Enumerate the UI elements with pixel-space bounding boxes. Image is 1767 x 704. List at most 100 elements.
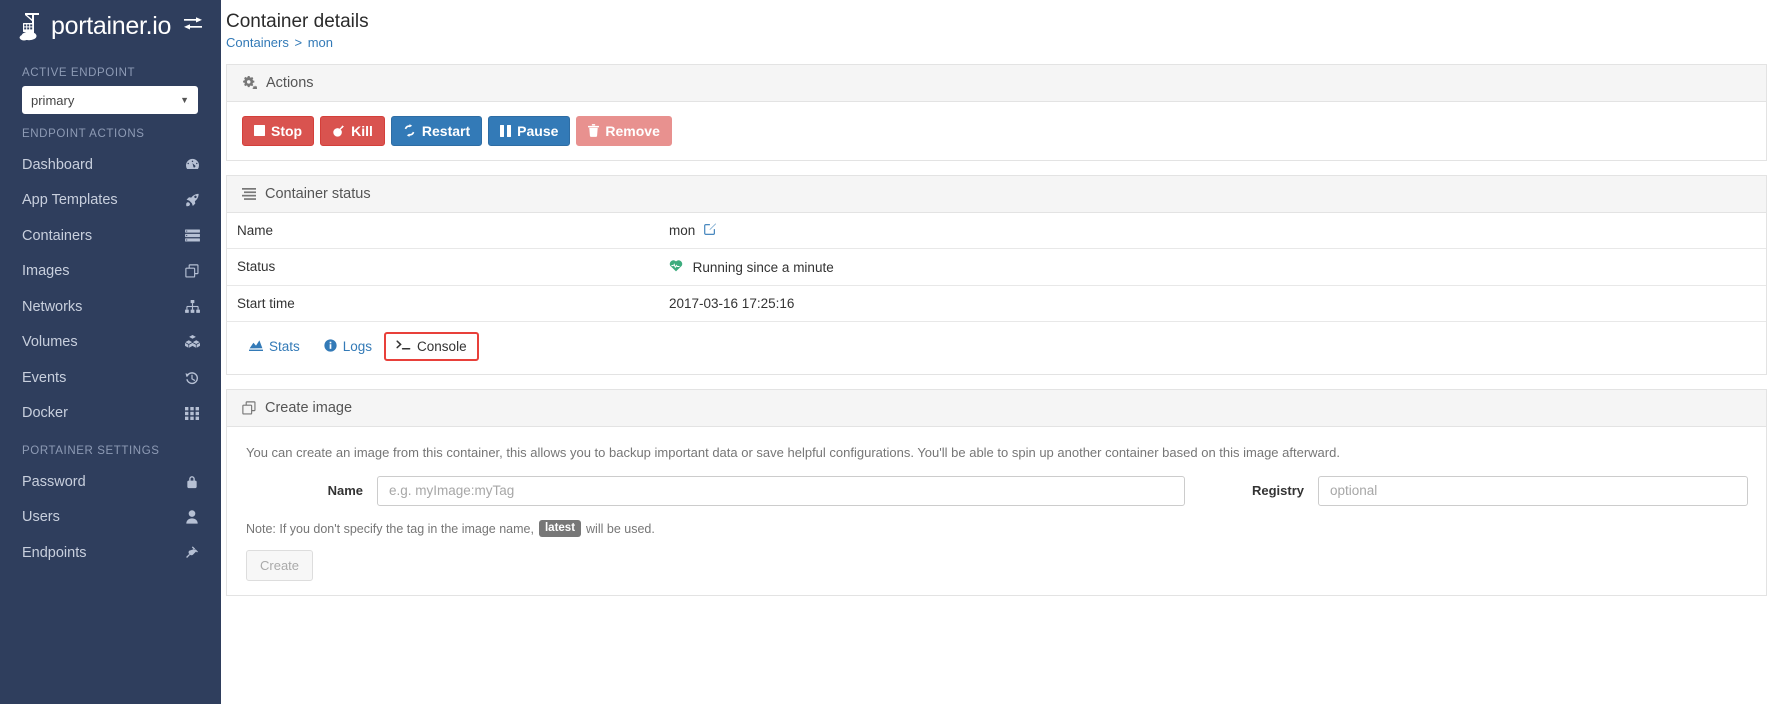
lock-icon: [183, 475, 201, 489]
note-suffix: will be used.: [586, 521, 655, 536]
sidebar-item-label: Dashboard: [22, 156, 93, 173]
create-image-form-row: Name Registry: [242, 475, 1751, 506]
sidebar-item-events[interactable]: Events: [0, 360, 221, 396]
container-status-panel-title: Container status: [265, 185, 371, 202]
stop-button[interactable]: Stop: [242, 115, 315, 146]
list-icon: [242, 187, 256, 200]
stats-link[interactable]: Stats: [237, 332, 312, 361]
create-image-panel-body: You can create an image from this contai…: [227, 427, 1766, 596]
th-icon: [183, 406, 201, 420]
sidebar-item-users[interactable]: Users: [0, 500, 221, 536]
container-status-value: Running since a minute: [692, 259, 834, 275]
sidebar-item-label: Networks: [22, 298, 83, 315]
create-image-panel: Create image You can create an image fro…: [226, 388, 1767, 597]
status-row-key: Status: [227, 247, 659, 286]
table-row: Name mon: [227, 213, 1766, 249]
plug-icon: [183, 546, 201, 560]
sidebar-item-password[interactable]: Password: [0, 464, 221, 500]
container-status-panel-header: Container status: [227, 175, 1766, 213]
edit-icon[interactable]: [704, 223, 717, 238]
sidebar-item-dashboard[interactable]: Dashboard: [0, 147, 221, 183]
stats-link-label: Stats: [269, 339, 300, 355]
sidebar-item-networks[interactable]: Networks: [0, 289, 221, 325]
active-endpoint-heading: ACTIVE ENDPOINT: [22, 67, 136, 79]
main-content: Container details Containers > mon Actio…: [221, 0, 1767, 704]
kill-button[interactable]: Kill: [320, 115, 385, 146]
user-icon: [183, 510, 201, 524]
sidebar-item-label: Users: [22, 509, 60, 526]
stop-button-label: Stop: [271, 122, 303, 139]
sidebar-item-label: Endpoints: [22, 544, 87, 561]
endpoint-actions-heading: ENDPOINT ACTIONS: [22, 128, 145, 140]
server-icon: [183, 229, 201, 242]
pause-button-label: Pause: [517, 122, 559, 139]
status-row-value: 2017-03-16 17:25:16: [659, 284, 1766, 321]
image-name-input[interactable]: [377, 475, 1185, 506]
sitemap-icon: [183, 300, 201, 314]
restart-button[interactable]: Restart: [390, 115, 483, 146]
create-image-description: You can create an image from this contai…: [246, 444, 1340, 460]
remove-button[interactable]: Remove: [576, 115, 672, 146]
sidebar-item-images[interactable]: Images: [0, 254, 221, 290]
image-name-label: Name: [327, 483, 363, 499]
sidebar-item-docker[interactable]: Docker: [0, 396, 221, 432]
sidebar-item-label: Containers: [22, 227, 93, 244]
terminal-icon: [396, 339, 411, 354]
endpoint-select-value: primary: [31, 92, 75, 108]
status-row-key: Name: [237, 222, 274, 238]
create-image-panel-title: Create image: [265, 399, 353, 416]
sidebar-item-containers[interactable]: Containers: [0, 218, 221, 254]
stop-icon: [254, 125, 265, 137]
chevron-down-icon: ▼: [180, 95, 189, 105]
sidebar-item-volumes[interactable]: Volumes: [0, 325, 221, 361]
collapse-toggle-icon[interactable]: [183, 17, 207, 36]
container-action-buttons: Stop Kill Restart Pause Remove: [242, 115, 1751, 146]
breadcrumb: Containers > mon: [226, 35, 1767, 50]
bomb-icon: [332, 124, 345, 137]
trash-icon: [588, 124, 600, 138]
create-image-note: Note: If you don't specify the tag in th…: [242, 519, 1751, 538]
create-button[interactable]: Create: [246, 550, 314, 582]
brand-name: portainer.io: [51, 12, 172, 40]
sidebar-item-app-templates[interactable]: App Templates: [0, 183, 221, 219]
latest-tag-badge: latest: [538, 519, 582, 538]
pause-icon: [500, 124, 512, 137]
remove-button-label: Remove: [605, 122, 660, 139]
restart-button-label: Restart: [421, 122, 471, 139]
sidebar-item-label: Docker: [22, 405, 68, 422]
status-row-value: mon: [659, 213, 1766, 249]
logs-link[interactable]: Logs: [312, 332, 384, 362]
history-icon: [183, 371, 201, 385]
breadcrumb-current-link[interactable]: mon: [308, 35, 333, 50]
sidebar-item-label: Volumes: [22, 334, 78, 351]
pause-button[interactable]: Pause: [488, 115, 571, 146]
sidebar-item-label: Events: [22, 369, 67, 386]
sidebar-item-label: Images: [22, 263, 70, 280]
clone-icon: [242, 401, 256, 415]
status-row-value: Running since a minute: [659, 247, 1766, 286]
console-link[interactable]: Console: [384, 332, 479, 362]
sidebar-item-label: Password: [22, 473, 86, 490]
container-status-table: Name mon Status Running since a minute S…: [227, 213, 1766, 321]
breadcrumb-separator: >: [294, 34, 303, 50]
rocket-icon: [183, 193, 201, 207]
registry-label: Registry: [1251, 483, 1304, 499]
sidebar: portainer.io ACTIVE ENDPOINT primary ▼ E…: [0, 0, 221, 704]
cubes-icon: [183, 335, 201, 349]
sidebar-item-endpoints[interactable]: Endpoints: [0, 535, 221, 571]
create-image-panel-header: Create image: [227, 389, 1766, 427]
endpoint-select[interactable]: primary ▼: [22, 86, 198, 114]
cogs-icon: [242, 76, 257, 90]
table-row: Start time 2017-03-16 17:25:16: [227, 284, 1766, 321]
portainer-settings-heading: PORTAINER SETTINGS: [22, 445, 160, 457]
kill-button-label: Kill: [351, 122, 373, 139]
page-title: Container details: [226, 11, 369, 32]
refresh-icon: [403, 124, 416, 138]
app-root: portainer.io ACTIVE ENDPOINT primary ▼ E…: [0, 0, 1767, 704]
sidebar-item-label: App Templates: [22, 192, 118, 209]
registry-input[interactable]: [1318, 475, 1748, 506]
container-status-linkbar: Stats Logs Console: [227, 320, 1766, 374]
table-row: Status Running since a minute: [227, 247, 1766, 286]
actions-panel: Actions Stop Kill Restart Pause Remove: [226, 63, 1767, 161]
breadcrumb-containers-link[interactable]: Containers: [226, 35, 289, 50]
